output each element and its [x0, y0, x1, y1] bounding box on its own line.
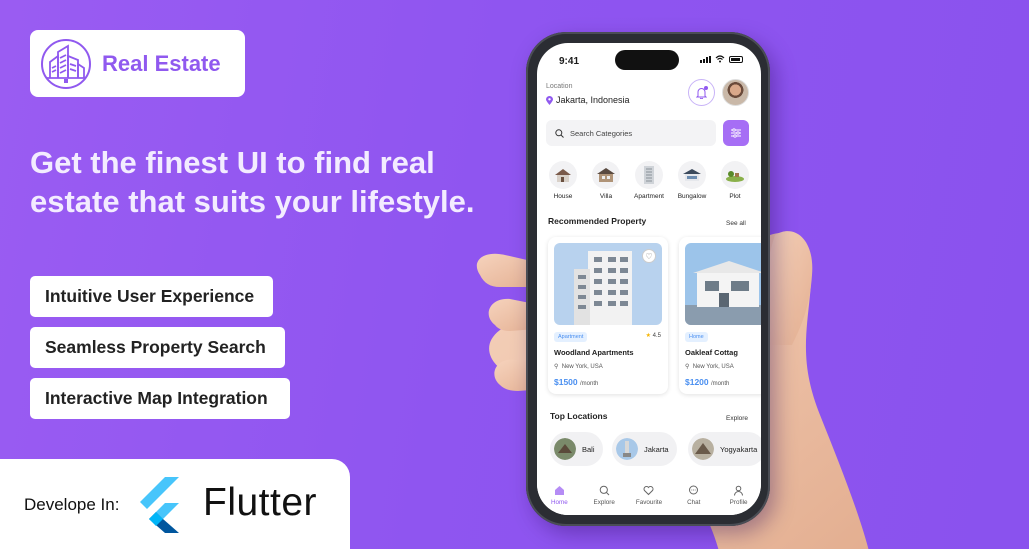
building-logo-icon	[41, 38, 91, 89]
flutter-wordmark: Flutter	[203, 481, 318, 524]
property-price: $1500 /month	[554, 377, 599, 387]
battery-icon	[729, 55, 743, 63]
brand-card: Real Estate	[30, 30, 245, 97]
location-selector[interactable]: Jakarta, Indonesia	[546, 95, 630, 105]
property-type-tag: Apartment	[554, 332, 588, 342]
search-icon	[599, 485, 610, 496]
location-value: Jakarta, Indonesia	[556, 95, 630, 105]
feature-pill: Interactive Map Integration	[30, 378, 290, 419]
tab-chat[interactable]: Chat	[674, 485, 714, 506]
feature-pill: Seamless Property Search	[30, 327, 285, 368]
location-chip-bali[interactable]: Bali	[550, 432, 603, 466]
location-label: Location	[546, 83, 573, 90]
recommended-title: Recommended Property	[548, 216, 647, 226]
property-name: Woodland Apartments	[554, 348, 634, 357]
category-plot[interactable]: Plot	[718, 161, 752, 200]
rating: ★ 4.5	[645, 333, 661, 339]
apartment-icon	[644, 166, 654, 184]
location-thumbnail	[692, 438, 714, 460]
property-name: Oakleaf Cottag	[685, 348, 738, 357]
wifi-icon	[715, 55, 725, 63]
location-thumbnail	[554, 438, 576, 460]
category-label: Bungalow	[677, 193, 707, 200]
developed-in-box: Develope In: Flutter	[0, 459, 350, 549]
status-time: 9:41	[559, 56, 580, 67]
star-icon: ★	[645, 333, 651, 339]
property-image: ♡	[554, 243, 662, 325]
property-location: ⚲ New York, USA	[554, 364, 603, 370]
person-icon	[734, 485, 744, 496]
property-price: $1200 /month	[685, 377, 730, 387]
explore-link[interactable]: Explore	[726, 415, 748, 422]
phone-screen: 9:41 Location Jakarta, Indonesia Search …	[537, 43, 761, 515]
home-icon	[554, 486, 564, 495]
location-thumbnail	[616, 438, 638, 460]
plot-icon	[726, 171, 744, 182]
property-card[interactable]: ♡ Apartment ★ 4.5 Woodland Apartments ⚲ …	[548, 237, 668, 394]
chat-icon	[689, 485, 699, 495]
property-type-tag: Home	[685, 332, 708, 342]
flutter-logo-icon	[140, 477, 179, 533]
headline: Get the finest UI to find real estate th…	[30, 145, 475, 219]
heart-icon	[644, 486, 654, 496]
top-locations-title: Top Locations	[550, 411, 608, 421]
category-villa[interactable]: Villa	[589, 161, 623, 200]
notification-button[interactable]	[688, 79, 715, 106]
notification-dot	[704, 86, 708, 90]
tab-profile[interactable]: Profile	[719, 485, 759, 506]
search-icon	[555, 128, 564, 138]
status-icons	[700, 55, 743, 63]
category-label: Apartment	[634, 193, 664, 200]
signal-icon	[700, 55, 711, 63]
brand-name: Real Estate	[102, 50, 221, 76]
location-chip-label: Jakarta	[644, 444, 669, 454]
property-card[interactable]: Home Oakleaf Cottag ⚲ New York, USA $120…	[679, 237, 761, 394]
category-house[interactable]: House	[546, 161, 580, 200]
location-chip-label: Yogyakarta	[720, 444, 758, 454]
location-chip-jakarta[interactable]: Jakarta	[612, 432, 677, 466]
property-location: ⚲ New York, USA	[685, 364, 734, 370]
category-label: House	[553, 193, 573, 200]
dynamic-island	[615, 50, 679, 70]
category-bungalow[interactable]: Bungalow	[675, 161, 709, 200]
tab-explore[interactable]: Explore	[584, 485, 624, 506]
category-label: Plot	[729, 193, 741, 200]
location-chip-yogyakarta[interactable]: Yogyakarta	[688, 432, 761, 466]
category-apartment[interactable]: Apartment	[632, 161, 666, 200]
tab-home[interactable]: Home	[539, 485, 579, 506]
sliders-icon	[731, 128, 741, 138]
bungalow-icon	[683, 169, 701, 181]
category-label: Villa	[599, 193, 613, 200]
villa-icon	[597, 168, 615, 182]
location-chip-label: Bali	[582, 444, 595, 454]
feature-pill: Intuitive User Experience	[30, 276, 273, 317]
search-input[interactable]: Search Categories	[546, 120, 716, 146]
bottom-tab-bar: Home Explore Favourite Chat Profile	[537, 479, 761, 515]
category-list: House Villa Apartment Bungalow Plot	[546, 161, 752, 200]
tab-favourite[interactable]: Favourite	[629, 485, 669, 506]
location-pin-icon	[546, 95, 553, 105]
favorite-heart-icon[interactable]: ♡	[642, 249, 656, 263]
search-placeholder: Search Categories	[570, 128, 633, 138]
property-image	[685, 243, 761, 325]
house-icon	[555, 169, 571, 182]
avatar[interactable]	[722, 79, 749, 106]
filter-button[interactable]	[723, 120, 749, 146]
see-all-link[interactable]: See all	[726, 220, 746, 227]
developed-in-label: Develope In:	[24, 495, 120, 514]
